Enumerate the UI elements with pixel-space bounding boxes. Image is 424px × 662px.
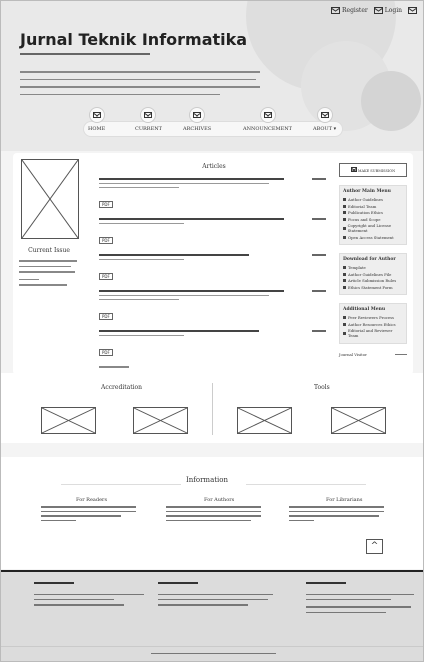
issue-cover-image[interactable] <box>21 159 79 239</box>
author-menu-item[interactable]: Copyright and License Statement <box>343 223 403 233</box>
author-menu-item[interactable]: Focus and Scope <box>343 217 403 222</box>
for-authors-title[interactable]: For Authors <box>204 497 234 503</box>
additional-title: Additional Menu <box>343 307 386 312</box>
site-subtitle-text <box>20 53 150 55</box>
divider <box>1 646 423 647</box>
site-header: Register Login Jurnal Teknik Informatika… <box>1 1 423 151</box>
additional-menu: Additional Menu Peer Reviewers Process A… <box>339 303 407 344</box>
footer-column <box>34 582 154 610</box>
current-issue-panel: Current Issue <box>19 159 79 290</box>
tool-image[interactable] <box>331 407 386 434</box>
login-label[interactable]: Login <box>385 7 402 14</box>
download-item[interactable]: Author Guidelines File <box>343 272 403 277</box>
pdf-button[interactable]: PDF <box>99 349 113 357</box>
author-menu-item[interactable]: Publication Ethics <box>343 210 403 215</box>
login-link[interactable]: Login <box>373 7 402 14</box>
pdf-button[interactable]: PDF <box>99 313 113 321</box>
site-footer <box>1 570 423 661</box>
nav-archives[interactable]: ARCHIVES <box>183 107 211 132</box>
user-nav: Register Login <box>331 7 417 14</box>
journal-visitor: Journal Visitor <box>339 352 407 357</box>
download-item[interactable]: Template <box>343 265 403 270</box>
additional-item[interactable]: Author Resources Ethics <box>343 322 403 327</box>
footer-column <box>158 582 278 610</box>
page: Register Login Jurnal Teknik Informatika… <box>0 0 424 662</box>
pdf-button[interactable]: PDF <box>99 273 113 281</box>
divider <box>246 484 366 485</box>
nav-current-label[interactable]: CURRENT <box>135 126 162 132</box>
site-description <box>20 71 260 101</box>
envelope-icon <box>373 7 383 14</box>
pdf-button[interactable]: PDF <box>99 201 113 209</box>
nav-announcement-label[interactable]: ANNOUNCEMENT <box>243 126 292 132</box>
article-item[interactable]: PDF <box>99 290 329 322</box>
issue-description <box>19 260 79 286</box>
nav-current[interactable]: CURRENT <box>135 107 162 132</box>
nav-about[interactable]: ABOUT ▾ <box>313 107 336 132</box>
article-item[interactable]: PDF <box>99 254 329 282</box>
article-item[interactable]: PDF <box>99 178 329 210</box>
author-menu-item[interactable]: Editorial Team <box>343 204 403 209</box>
envelope-icon <box>259 107 276 123</box>
nav-about-label[interactable]: ABOUT ▾ <box>313 126 336 132</box>
download-title: Download for Author <box>343 257 396 262</box>
sidebar: MAKE SUBMISSION Author Main Menu Author … <box>339 163 407 357</box>
author-menu-title: Author Main Menu <box>343 189 391 194</box>
author-main-menu: Author Main Menu Author Guidelines Edito… <box>339 185 407 245</box>
for-librarians-title[interactable]: For Librarians <box>326 497 362 503</box>
accreditation-tools-section: Accreditation Tools <box>1 373 423 443</box>
nav-archives-label[interactable]: ARCHIVES <box>183 126 211 132</box>
tool-image[interactable] <box>237 407 292 434</box>
envelope-icon <box>350 167 357 172</box>
information-title: Information <box>186 476 229 484</box>
accreditation-image[interactable] <box>41 407 96 434</box>
additional-item[interactable]: Peer Reviewers Process <box>343 315 403 320</box>
accreditation-image[interactable] <box>133 407 188 434</box>
for-librarians-text <box>289 506 384 524</box>
pdf-button[interactable]: PDF <box>99 237 113 245</box>
nav-home[interactable]: HOME <box>88 107 105 132</box>
footer-column <box>306 582 423 617</box>
search-link[interactable] <box>408 7 417 14</box>
nav-announcement[interactable]: ANNOUNCEMENT <box>243 107 292 132</box>
for-readers-title[interactable]: For Readers <box>76 497 107 503</box>
envelope-icon[interactable] <box>408 7 417 14</box>
download-for-author: Download for Author Template Author Guid… <box>339 253 407 295</box>
register-label[interactable]: Register <box>342 7 368 14</box>
download-item[interactable]: Ethics Statement Form <box>343 285 403 290</box>
article-item[interactable]: PDF <box>99 218 329 246</box>
accreditation-title: Accreditation <box>101 384 143 391</box>
envelope-icon <box>189 107 206 123</box>
view-all-issues-link[interactable] <box>99 366 129 368</box>
register-link[interactable]: Register <box>331 7 368 14</box>
make-submission-button[interactable]: MAKE SUBMISSION <box>339 163 407 177</box>
article-item[interactable]: PDF <box>99 330 329 358</box>
information-section: Information For Readers For Authors For … <box>1 457 423 569</box>
current-issue-label: Current Issue <box>28 247 70 254</box>
author-menu-item[interactable]: Open Access Statement <box>343 235 403 240</box>
tools-title: Tools <box>314 384 330 391</box>
nav-home-label[interactable]: HOME <box>88 126 105 132</box>
decor-circle <box>361 71 421 131</box>
envelope-icon <box>316 107 333 123</box>
download-item[interactable]: Article Submission Rules <box>343 278 403 283</box>
scroll-to-top-button[interactable]: ^ <box>366 539 383 554</box>
envelope-icon <box>331 7 341 14</box>
additional-item[interactable]: Editorial and Reviewer Team <box>343 328 403 338</box>
divider <box>212 383 213 435</box>
envelope-icon <box>88 107 105 123</box>
for-authors-text <box>166 506 261 524</box>
author-menu-item[interactable]: Author Guidelines <box>343 197 403 202</box>
journal-visitor-label: Journal Visitor <box>339 351 367 357</box>
divider <box>61 484 181 485</box>
copyright-text <box>151 653 276 655</box>
envelope-icon <box>140 107 157 123</box>
main-nav-bar <box>83 121 343 137</box>
articles-section: Articles PDF PDF PDF PDF PDF <box>99 163 329 372</box>
for-readers-text <box>41 506 136 524</box>
site-title[interactable]: Jurnal Teknik Informatika <box>20 30 247 49</box>
articles-heading: Articles <box>202 163 226 170</box>
